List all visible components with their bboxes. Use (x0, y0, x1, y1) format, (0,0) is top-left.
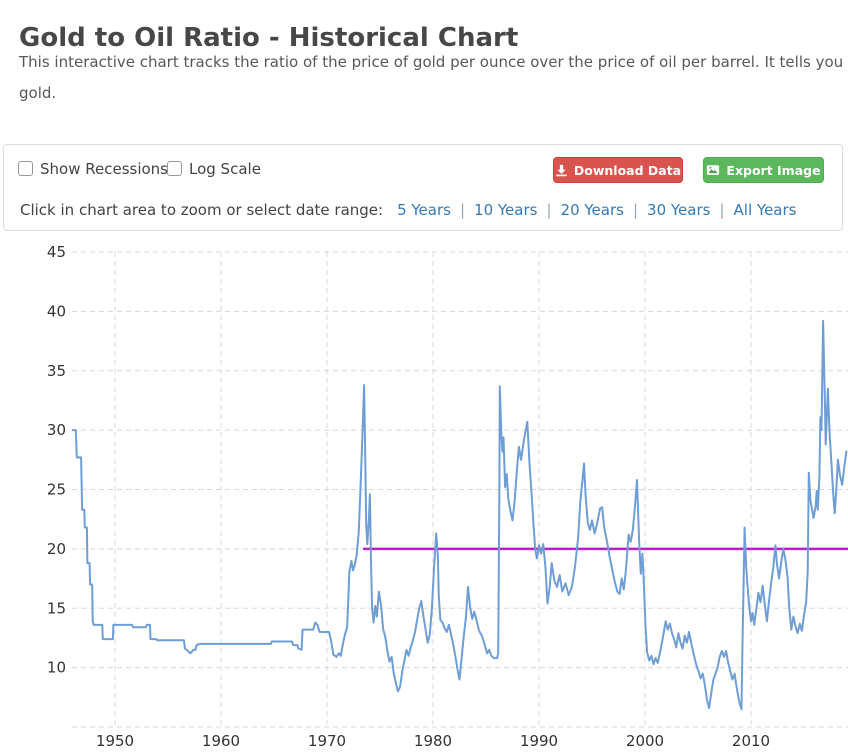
range-link-10-years[interactable]: 10 Years (474, 201, 537, 219)
x-axis-tick-label: 1980 (414, 732, 452, 750)
date-range-row: Click in chart area to zoom or select da… (20, 201, 796, 219)
range-link-20-years[interactable]: 20 Years (561, 201, 624, 219)
range-separator: | (460, 201, 465, 219)
y-axis-tick-label: 20 (47, 540, 66, 558)
y-axis-tick-label: 35 (47, 362, 66, 380)
x-axis-tick-label: 1990 (520, 732, 558, 750)
image-icon (706, 163, 720, 177)
download-data-label: Download Data (574, 163, 681, 178)
x-axis-tick-label: 1950 (96, 732, 134, 750)
range-separator: | (719, 201, 724, 219)
x-axis-tick-label: 1970 (308, 732, 346, 750)
description-line-1: This interactive chart tracks the ratio … (19, 47, 848, 78)
show-recessions-checkbox[interactable] (18, 161, 33, 176)
log-scale-checkbox[interactable] (167, 161, 182, 176)
y-axis-tick-label: 30 (47, 421, 66, 439)
range-separator: | (633, 201, 638, 219)
zoom-prompt: Click in chart area to zoom or select da… (20, 201, 383, 219)
export-image-label: Export Image (726, 163, 820, 178)
y-axis-tick-label: 40 (47, 302, 66, 320)
range-link-5-years[interactable]: 5 Years (397, 201, 451, 219)
range-separator: | (546, 201, 551, 219)
x-axis-tick-label: 2010 (732, 732, 770, 750)
export-image-button[interactable]: Export Image (703, 157, 824, 183)
y-axis-tick-label: 15 (47, 599, 66, 617)
ratio-chart-svg[interactable]: 45 40 35 30 25 20 15 10 1950 1960 1970 1980 1990 2000… (0, 232, 848, 753)
y-axis-tick-label: 10 (47, 659, 66, 677)
y-axis-tick-label: 45 (47, 243, 66, 261)
download-data-button[interactable]: Download Data (553, 157, 683, 183)
chart-toolbar-panel: Show Recessions Log Scale Download Data … (3, 144, 843, 231)
x-axis-tick-label: 1960 (202, 732, 240, 750)
description-line-2: gold. (19, 78, 848, 109)
show-recessions-label: Show Recessions (40, 160, 168, 178)
y-axis-tick-label: 25 (47, 481, 66, 499)
x-axis-tick-label: 2000 (626, 732, 664, 750)
chart-description: This interactive chart tracks the ratio … (19, 47, 848, 109)
range-link-all-years[interactable]: All Years (734, 201, 797, 219)
download-icon (555, 164, 568, 177)
ratio-line-series (73, 321, 847, 709)
log-scale-label: Log Scale (189, 160, 261, 178)
chart-area[interactable]: 45 40 35 30 25 20 15 10 1950 1960 1970 1980 1990 2000… (0, 232, 848, 753)
range-link-30-years[interactable]: 30 Years (647, 201, 710, 219)
